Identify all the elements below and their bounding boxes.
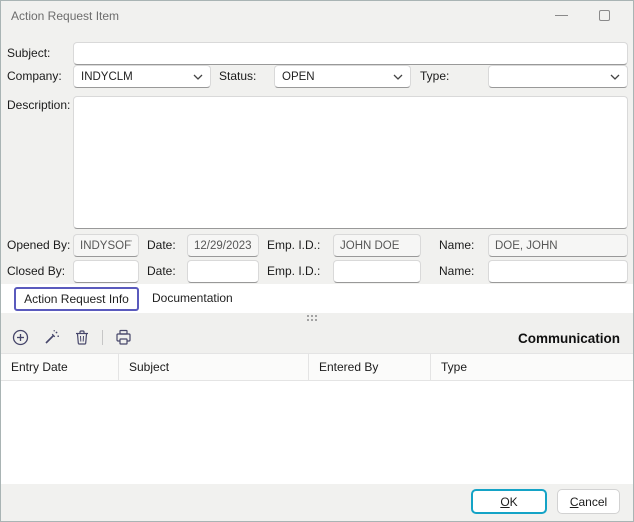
- company-value: INDYCLM: [81, 71, 133, 83]
- add-icon: [12, 329, 29, 346]
- opened-date-label: Date:: [147, 234, 176, 256]
- opened-name-input[interactable]: [488, 234, 628, 257]
- subject-input[interactable]: [73, 42, 628, 65]
- section-title-communication: Communication: [518, 331, 620, 346]
- minimize-button[interactable]: [541, 1, 581, 31]
- closed-date-input[interactable]: [187, 260, 259, 283]
- type-dropdown[interactable]: [488, 65, 628, 88]
- opened-name-label: Name:: [439, 234, 474, 256]
- tab-strip: Action Request Info Documentation: [1, 284, 633, 313]
- column-header-entered-by[interactable]: Entered By: [309, 354, 431, 380]
- tab-action-request-info[interactable]: Action Request Info: [14, 287, 139, 311]
- status-value: OPEN: [282, 71, 315, 83]
- delete-entry-button[interactable]: [71, 326, 93, 348]
- opened-emp-id-label: Emp. I.D.:: [267, 234, 320, 256]
- subject-label: Subject:: [7, 42, 50, 64]
- closed-date-label: Date:: [147, 260, 176, 282]
- company-dropdown[interactable]: INDYCLM: [73, 65, 211, 88]
- printer-icon: [115, 329, 132, 346]
- trash-icon: [74, 329, 90, 346]
- description-label: Description:: [7, 94, 70, 116]
- table-header: Entry Date Subject Entered By Type: [1, 353, 633, 381]
- status-label: Status:: [219, 65, 256, 87]
- communication-toolbar: [9, 326, 134, 348]
- type-label: Type:: [420, 65, 449, 87]
- window-title: Action Request Item: [11, 9, 119, 23]
- closed-by-label: Closed By:: [7, 260, 65, 282]
- closed-by-input[interactable]: [73, 260, 139, 283]
- chevron-down-icon: [610, 73, 620, 81]
- add-entry-button[interactable]: [9, 326, 31, 348]
- titlebar: Action Request Item: [1, 1, 633, 31]
- opened-by-label: Opened By:: [7, 234, 70, 256]
- print-button[interactable]: [112, 326, 134, 348]
- chevron-down-icon: [193, 73, 203, 81]
- column-header-type[interactable]: Type: [431, 354, 633, 380]
- opened-by-input[interactable]: [73, 234, 139, 257]
- company-label: Company:: [7, 65, 62, 87]
- maximize-button[interactable]: [585, 1, 625, 31]
- closed-emp-id-label: Emp. I.D.:: [267, 260, 320, 282]
- edit-entry-button[interactable]: [40, 326, 62, 348]
- closed-name-label: Name:: [439, 260, 474, 282]
- column-header-subject[interactable]: Subject: [119, 354, 309, 380]
- closed-name-input[interactable]: [488, 260, 628, 283]
- column-header-entry-date[interactable]: Entry Date: [1, 354, 119, 380]
- opened-emp-id-input[interactable]: [333, 234, 421, 257]
- communication-panel-header: Communication: [1, 313, 633, 353]
- toolbar-separator: [102, 330, 103, 345]
- closed-emp-id-input[interactable]: [333, 260, 421, 283]
- status-dropdown[interactable]: OPEN: [274, 65, 411, 88]
- tab-documentation[interactable]: Documentation: [146, 287, 239, 311]
- description-textarea[interactable]: [73, 96, 628, 229]
- footer-bar: OK Cancel: [1, 484, 633, 522]
- maximize-icon: [599, 10, 610, 21]
- action-request-item-window: Action Request Item Subject: Company: IN…: [0, 0, 634, 522]
- chevron-down-icon: [393, 73, 403, 81]
- ok-button[interactable]: OK: [471, 489, 547, 514]
- opened-date-input[interactable]: [187, 234, 259, 257]
- table-body-empty: [1, 381, 633, 484]
- edit-wand-icon: [43, 329, 60, 346]
- splitter-handle[interactable]: [307, 315, 327, 323]
- minimize-icon: [555, 15, 568, 16]
- cancel-button[interactable]: Cancel: [557, 489, 620, 514]
